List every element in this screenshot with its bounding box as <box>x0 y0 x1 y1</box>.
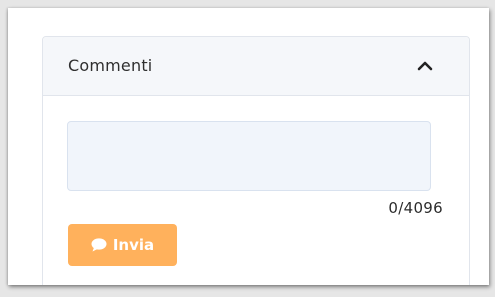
comments-panel: Commenti 0/4096 Invia <box>42 36 470 285</box>
char-counter: 0/4096 <box>388 199 443 217</box>
panel-title: Commenti <box>68 56 153 75</box>
comments-panel-header[interactable]: Commenti <box>43 37 469 96</box>
send-button[interactable]: Invia <box>68 224 177 266</box>
send-button-label: Invia <box>112 236 155 254</box>
app-window: Commenti 0/4096 Invia <box>8 8 489 285</box>
comment-input[interactable] <box>67 121 431 191</box>
chevron-up-icon[interactable] <box>415 57 435 73</box>
chat-bubble-icon <box>91 238 107 252</box>
